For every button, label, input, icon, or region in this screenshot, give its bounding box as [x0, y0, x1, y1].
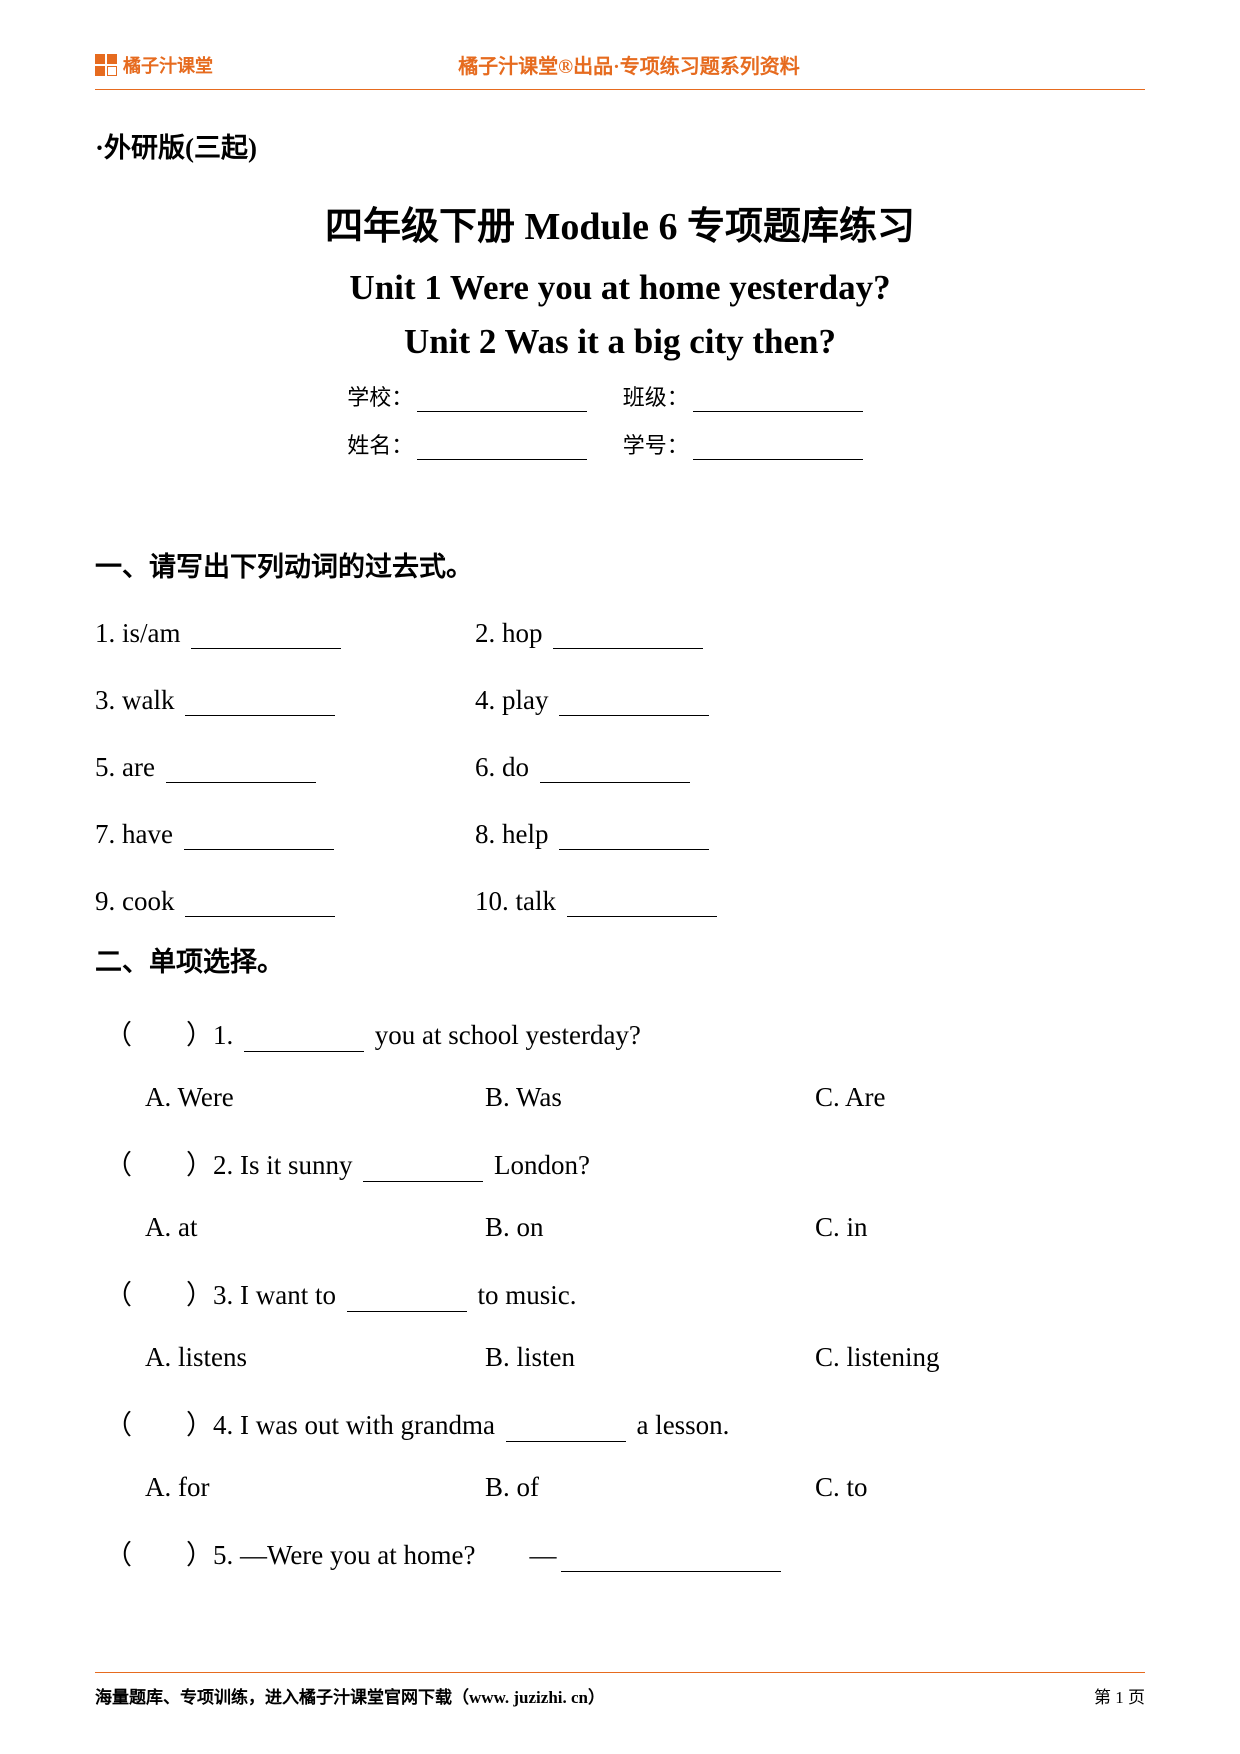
student-info: 学校： 班级： 姓名： 学号：	[95, 380, 1145, 460]
mcq-stem: （ ）3. I want to to music.	[105, 1273, 1145, 1312]
verb-item: 10. talk	[475, 886, 855, 917]
option-b[interactable]: B. of	[485, 1472, 815, 1503]
verb-label: 2. hop	[475, 618, 543, 648]
verb-label: 3. walk	[95, 685, 174, 715]
footer-page-number: 第 1 页	[1094, 1683, 1145, 1708]
class-blank[interactable]	[693, 392, 863, 412]
verb-label: 1. is/am	[95, 618, 181, 648]
answer-blank[interactable]	[567, 895, 717, 917]
mcq-question: （ ）2. Is it sunny London? A. at B. on C.…	[105, 1143, 1145, 1243]
class-label: 班级：	[623, 385, 689, 410]
mcq-question: （ ）4. I was out with grandma a lesson. A…	[105, 1403, 1145, 1503]
section-1: 一、请写出下列动词的过去式。 1. is/am 2. hop 3. walk 4…	[95, 545, 1145, 917]
option-c[interactable]: C. to	[815, 1472, 1115, 1503]
option-a[interactable]: A. listens	[145, 1342, 485, 1373]
verb-item: 8. help	[475, 819, 855, 850]
verb-item: 3. walk	[95, 685, 475, 716]
option-c[interactable]: C. in	[815, 1212, 1115, 1243]
answer-blank[interactable]	[553, 627, 703, 649]
option-b[interactable]: B. on	[485, 1212, 815, 1243]
stem-blank[interactable]	[506, 1420, 626, 1442]
verb-label: 9. cook	[95, 886, 174, 916]
page-footer: 海量题库、专项训练，进入橘子汁课堂官网下载（www. juzizhi. cn） …	[95, 1672, 1145, 1708]
option-a[interactable]: A. at	[145, 1212, 485, 1243]
verb-item: 9. cook	[95, 886, 475, 917]
mcq-question: （ ）3. I want to to music. A. listens B. …	[105, 1273, 1145, 1373]
option-b[interactable]: B. listen	[485, 1342, 815, 1373]
stem-blank[interactable]	[561, 1550, 781, 1572]
verb-item: 6. do	[475, 752, 855, 783]
stem-blank[interactable]	[363, 1160, 483, 1182]
answer-blank[interactable]	[166, 761, 316, 783]
verb-label: 5. are	[95, 752, 155, 782]
verb-label: 4. play	[475, 685, 549, 715]
verb-item: 5. are	[95, 752, 475, 783]
mcq-stem: （ ）2. Is it sunny London?	[105, 1143, 1145, 1182]
verb-grid: 1. is/am 2. hop 3. walk 4. play 5. are 6…	[95, 618, 1145, 917]
stem-blank[interactable]	[244, 1030, 364, 1052]
mcq-stem: （ ）5. —Were you at home? —	[105, 1533, 1145, 1572]
answer-blank[interactable]	[185, 694, 335, 716]
mcq-options: A. Were B. Was C. Are	[105, 1082, 1145, 1113]
brand-text: 橘子汁课堂	[123, 52, 213, 78]
mcq-stem: （ ）1. you at school yesterday?	[105, 1013, 1145, 1052]
stem-post: to music.	[471, 1280, 577, 1310]
mcq-options: A. at B. on C. in	[105, 1212, 1145, 1243]
stem-pre: （ ）1.	[105, 1020, 240, 1050]
logo-icon	[95, 54, 117, 76]
title-line-2: Unit 1 Were you at home yesterday?	[95, 268, 1145, 308]
stem-pre: （ ）5. —Were you at home? —	[105, 1540, 557, 1570]
verb-label: 6. do	[475, 752, 529, 782]
stem-blank[interactable]	[347, 1290, 467, 1312]
section-2: 二、单项选择。 （ ）1. you at school yesterday? A…	[95, 940, 1145, 1602]
section-2-title: 二、单项选择。	[95, 940, 1145, 979]
option-a[interactable]: A. Were	[145, 1082, 485, 1113]
answer-blank[interactable]	[559, 828, 709, 850]
answer-blank[interactable]	[185, 895, 335, 917]
answer-blank[interactable]	[559, 694, 709, 716]
stem-post: London?	[487, 1150, 590, 1180]
option-b[interactable]: B. Was	[485, 1082, 815, 1113]
school-blank[interactable]	[417, 392, 587, 412]
section-1-title: 一、请写出下列动词的过去式。	[95, 545, 1145, 584]
verb-label: 7. have	[95, 819, 173, 849]
mcq-options: A. for B. of C. to	[105, 1472, 1145, 1503]
school-label: 学校：	[347, 385, 413, 410]
stem-pre: （ ）4. I was out with grandma	[105, 1410, 502, 1440]
verb-item: 1. is/am	[95, 618, 475, 649]
mcq-question: （ ）5. —Were you at home? —	[105, 1533, 1145, 1572]
verb-item: 4. play	[475, 685, 855, 716]
option-c[interactable]: C. Are	[815, 1082, 1115, 1113]
stem-post: a lesson.	[630, 1410, 730, 1440]
name-label: 姓名：	[347, 433, 413, 458]
stem-pre: （ ）2. Is it sunny	[105, 1150, 359, 1180]
page-header: 橘子汁课堂 橘子汁课堂®出品·专项练习题系列资料	[95, 40, 1145, 90]
edition-label: ·外研版(三起)	[95, 126, 257, 165]
mcq-question: （ ）1. you at school yesterday? A. Were B…	[105, 1013, 1145, 1113]
stem-pre: （ ）3. I want to	[105, 1280, 343, 1310]
option-c[interactable]: C. listening	[815, 1342, 1115, 1373]
answer-blank[interactable]	[184, 828, 334, 850]
verb-item: 7. have	[95, 819, 475, 850]
footer-left: 海量题库、专项训练，进入橘子汁课堂官网下载（www. juzizhi. cn）	[95, 1683, 605, 1708]
mcq-list: （ ）1. you at school yesterday? A. Were B…	[95, 1013, 1145, 1572]
name-blank[interactable]	[417, 440, 587, 460]
verb-label: 10. talk	[475, 886, 556, 916]
answer-blank[interactable]	[540, 761, 690, 783]
id-label: 学号：	[623, 433, 689, 458]
title-block: 四年级下册 Module 6 专项题库练习 Unit 1 Were you at…	[95, 195, 1145, 476]
mcq-options: A. listens B. listen C. listening	[105, 1342, 1145, 1373]
mcq-stem: （ ）4. I was out with grandma a lesson.	[105, 1403, 1145, 1442]
answer-blank[interactable]	[191, 627, 341, 649]
title-line-1: 四年级下册 Module 6 专项题库练习	[95, 195, 1145, 250]
brand-logo: 橘子汁课堂	[95, 52, 213, 78]
title-line-3: Unit 2 Was it a big city then?	[95, 322, 1145, 362]
id-blank[interactable]	[693, 440, 863, 460]
stem-post: you at school yesterday?	[368, 1020, 641, 1050]
verb-item: 2. hop	[475, 618, 855, 649]
header-center-text: 橘子汁课堂®出品·专项练习题系列资料	[213, 50, 1145, 79]
verb-label: 8. help	[475, 819, 549, 849]
option-a[interactable]: A. for	[145, 1472, 485, 1503]
